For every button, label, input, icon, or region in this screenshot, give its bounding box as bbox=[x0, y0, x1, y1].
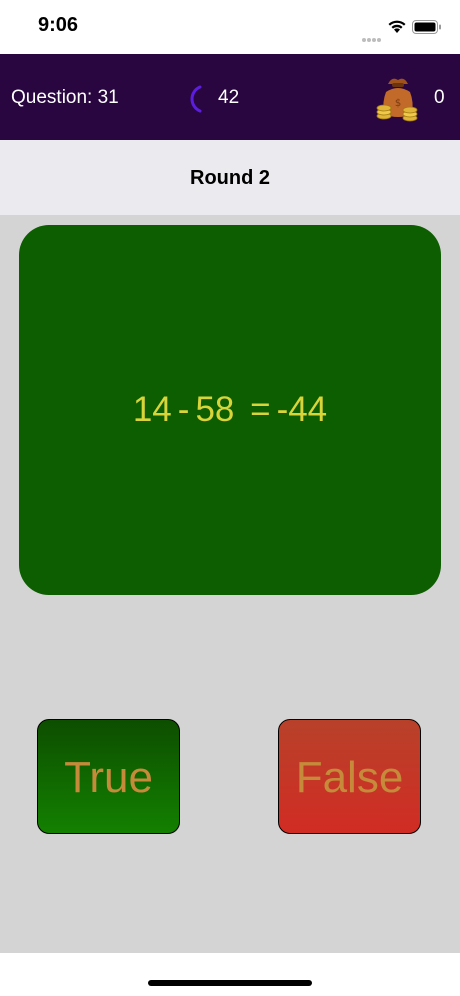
wifi-icon bbox=[388, 20, 406, 33]
equals-sign: = bbox=[250, 390, 271, 429]
timer-arc-icon bbox=[190, 85, 202, 113]
timer-value: 42 bbox=[218, 87, 240, 108]
operator: - bbox=[177, 390, 190, 429]
false-button[interactable]: False bbox=[278, 719, 421, 834]
proposed-result: -44 bbox=[276, 390, 328, 429]
battery-icon bbox=[412, 20, 441, 34]
coins-value: 0 bbox=[434, 87, 445, 108]
round-title: Round 2 bbox=[190, 167, 270, 189]
home-indicator[interactable] bbox=[148, 980, 312, 986]
status-time: 9:06 bbox=[38, 14, 79, 36]
true-button[interactable]: True bbox=[37, 719, 180, 834]
round-header: Round 2 bbox=[0, 140, 460, 215]
question-counter: Question: 31 bbox=[11, 87, 119, 108]
cellular-signal-icon bbox=[362, 29, 384, 42]
home-indicator-area bbox=[0, 953, 460, 996]
operand-a: 14 bbox=[132, 390, 172, 429]
equation: 14-58 = -44 bbox=[19, 390, 441, 430]
operand-b: 58 bbox=[195, 390, 235, 429]
status-bar: 9:06 bbox=[0, 0, 460, 54]
svg-text:$: $ bbox=[395, 98, 401, 109]
money-bag-icon: $ bbox=[376, 78, 418, 122]
question-card: 14-58 = -44 bbox=[19, 225, 441, 595]
game-top-bar: Question: 31 42 $ 0 bbox=[0, 54, 460, 140]
